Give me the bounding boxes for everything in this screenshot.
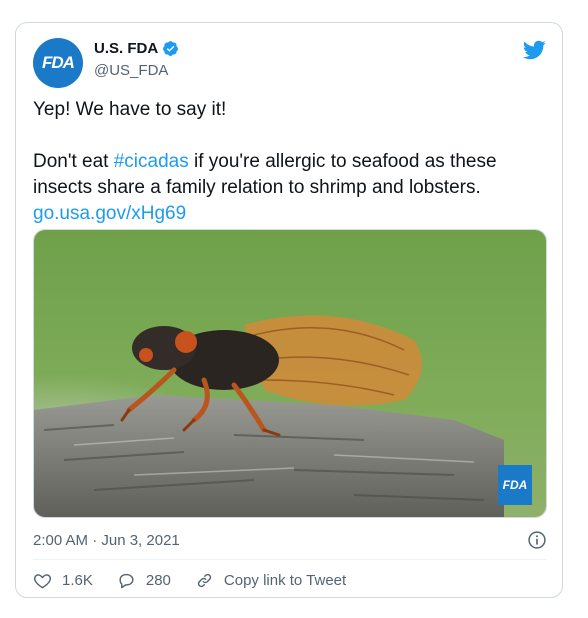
action-bar: 1.6K 280 Copy link to Tweet <box>33 568 370 592</box>
like-button[interactable]: 1.6K <box>33 571 93 590</box>
tweet-media-image[interactable]: FDA <box>33 229 547 518</box>
tweet-line-2: Don't eat #cicadas if you're allergic to… <box>33 149 543 227</box>
verified-badge-icon <box>163 41 179 56</box>
tweet-line-1: Yep! We have to say it! <box>33 99 227 120</box>
reply-button[interactable]: 280 <box>117 571 171 590</box>
avatar[interactable]: FDA <box>33 38 83 88</box>
reply-count: 280 <box>145 571 171 589</box>
info-icon[interactable] <box>527 530 547 550</box>
like-count: 1.6K <box>62 571 93 589</box>
divider <box>33 559 547 560</box>
tweet-meta-row: 2:00 AM · Jun 3, 2021 <box>33 527 547 553</box>
display-name[interactable]: U.S. FDA <box>94 40 158 57</box>
user-handle[interactable]: @US_FDA <box>94 62 168 79</box>
url-link[interactable]: go.usa.gov/xHg69 <box>33 203 186 224</box>
author-name-row: U.S. FDA <box>94 40 179 57</box>
tweet-text: Yep! We have to say it! Don't eat #cicad… <box>33 97 543 227</box>
hashtag-link[interactable]: #cicadas <box>114 151 189 172</box>
cicada-photo <box>34 230 546 517</box>
heart-icon <box>34 573 51 588</box>
twitter-bird-icon[interactable] <box>522 38 546 62</box>
fda-watermark-logo: FDA <box>498 465 532 505</box>
link-icon <box>197 573 212 587</box>
reply-bubble-icon <box>119 573 134 588</box>
copy-link-label: Copy link to Tweet <box>223 571 347 589</box>
tweet-card[interactable]: FDA U.S. FDA @US_FDA Yep! We have to say… <box>15 22 563 598</box>
copy-link-button[interactable]: Copy link to Tweet <box>195 571 346 590</box>
tweet-text-pre: Don't eat <box>33 151 114 172</box>
tweet-timestamp[interactable]: 2:00 AM · Jun 3, 2021 <box>33 532 180 549</box>
